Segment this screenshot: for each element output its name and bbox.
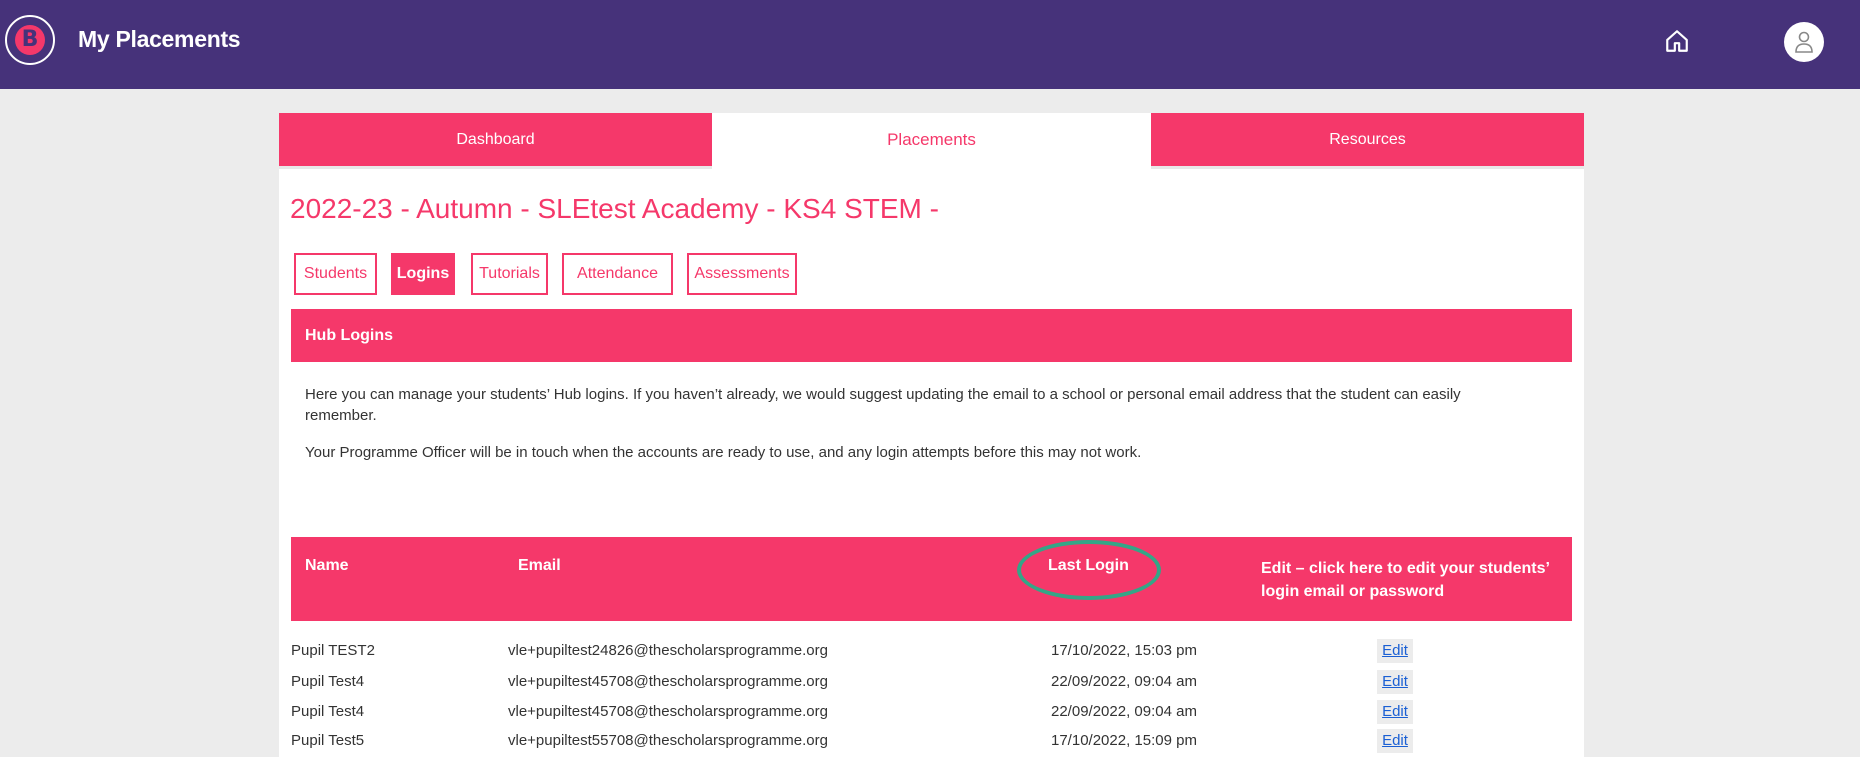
logo-letter: B xyxy=(15,25,45,55)
section-header: Hub Logins xyxy=(291,309,1572,362)
table-row: Pupil Test4 vle+pupiltest45708@theschola… xyxy=(291,668,1572,698)
app-title: My Placements xyxy=(78,26,241,52)
row-email: vle+pupiltest45708@thescholarsprogramme.… xyxy=(508,673,828,690)
tab-resources[interactable]: Resources xyxy=(1151,113,1584,169)
user-icon xyxy=(1795,31,1813,53)
table-row: Pupil Test4 vle+pupiltest45708@theschola… xyxy=(291,698,1572,728)
row-name: Pupil Test5 xyxy=(291,732,365,749)
tab-dashboard[interactable]: Dashboard xyxy=(279,113,712,169)
column-name: Name xyxy=(305,557,349,574)
row-name: Pupil Test4 xyxy=(291,703,365,720)
subtab-students[interactable]: Students xyxy=(294,253,377,295)
edit-link[interactable]: Edit xyxy=(1377,700,1413,724)
row-email: vle+pupiltest55708@thescholarsprogramme.… xyxy=(508,732,828,749)
column-email: Email xyxy=(518,557,561,574)
row-last-login: 17/10/2022, 15:09 pm xyxy=(1051,732,1197,749)
row-name: Pupil TEST2 xyxy=(291,642,375,659)
row-last-login: 17/10/2022, 15:03 pm xyxy=(1051,642,1197,659)
subtab-assessments[interactable]: Assessments xyxy=(687,253,797,295)
edit-link[interactable]: Edit xyxy=(1377,729,1413,753)
row-email: vle+pupiltest45708@thescholarsprogramme.… xyxy=(508,703,828,720)
page-title: 2022-23 - Autumn - SLEtest Academy - KS4… xyxy=(290,193,939,224)
table-header: Name Email Last Login Edit – click here … xyxy=(291,537,1572,621)
row-last-login: 22/09/2022, 09:04 am xyxy=(1051,703,1197,720)
top-bar: B My Placements xyxy=(0,0,1860,89)
home-icon[interactable] xyxy=(1664,28,1690,54)
row-last-login: 22/09/2022, 09:04 am xyxy=(1051,673,1197,690)
edit-link[interactable]: Edit xyxy=(1377,670,1413,694)
table-row: Pupil Test5 vle+pupiltest55708@theschola… xyxy=(291,727,1572,757)
profile-avatar[interactable] xyxy=(1784,22,1824,62)
row-email: vle+pupiltest24826@thescholarsprogramme.… xyxy=(508,642,828,659)
table-row: Pupil TEST2 vle+pupiltest24826@theschola… xyxy=(291,637,1572,667)
intro-note: Your Programme Officer will be in touch … xyxy=(305,444,1142,461)
subtab-tutorials[interactable]: Tutorials xyxy=(471,253,548,295)
subtab-logins[interactable]: Logins xyxy=(391,253,455,295)
edit-link[interactable]: Edit xyxy=(1377,639,1413,663)
column-edit: Edit – click here to edit your students’… xyxy=(1261,560,1550,600)
tab-placements[interactable]: Placements xyxy=(712,113,1151,169)
main-tabs: Dashboard Placements Resources xyxy=(279,113,1584,169)
brand-logo[interactable]: B xyxy=(5,15,55,65)
column-last-login: Last Login xyxy=(1048,557,1129,574)
intro-text: Here you can manage your students’ Hub l… xyxy=(305,386,1461,424)
subtab-attendance[interactable]: Attendance xyxy=(562,253,673,295)
row-name: Pupil Test4 xyxy=(291,673,365,690)
